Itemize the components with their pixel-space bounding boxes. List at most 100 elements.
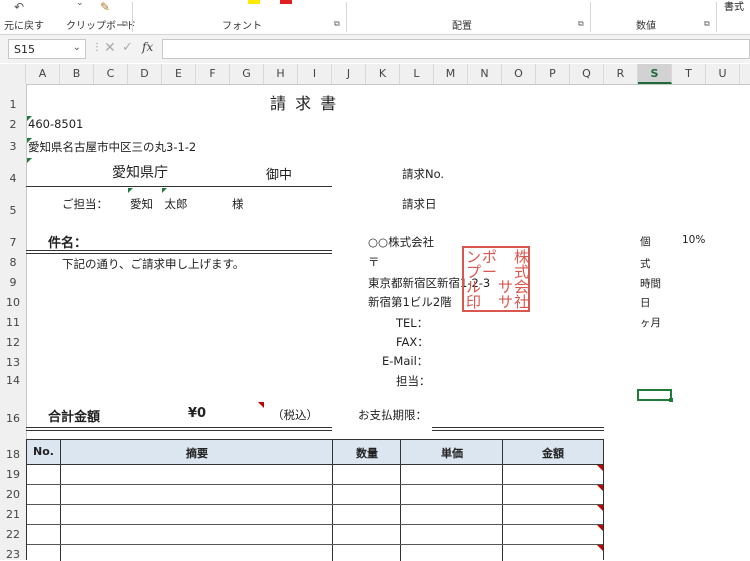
company-seal: ン ポ 株 プ ー 式 ル サ 会 印 サ 社 <box>462 246 530 312</box>
paste-dropdown-icon[interactable]: ⌄ <box>76 0 84 8</box>
column-header[interactable]: C <box>94 64 128 84</box>
subject-double-line <box>26 250 332 251</box>
honorific-label: 様 <box>232 197 244 211</box>
row-header[interactable]: 16 <box>0 412 26 425</box>
row-header[interactable]: 22 <box>0 528 26 541</box>
table-column-divider <box>60 440 61 561</box>
column-header[interactable]: N <box>468 64 502 84</box>
unit-item: 式 <box>640 258 651 270</box>
more-options-icon[interactable]: ⋮ <box>92 42 102 53</box>
cancel-icon[interactable]: ✕ <box>104 40 116 56</box>
alignment-launcher-icon[interactable]: ⧉ <box>578 19 584 29</box>
select-all-corner[interactable] <box>0 64 26 84</box>
column-header[interactable]: H <box>264 64 298 84</box>
column-headers: A B C D E F G H I J K L M N O P Q R S T … <box>0 64 750 85</box>
format-painter-icon[interactable]: ✎ <box>100 0 110 14</box>
tax-rate[interactable]: 10% <box>682 234 705 246</box>
column-header[interactable]: L <box>400 64 434 84</box>
invoice-no-label: 請求No. <box>402 167 445 181</box>
column-header[interactable]: D <box>128 64 162 84</box>
unit-item: 日 <box>640 297 651 309</box>
style-label[interactable]: 書式 <box>724 0 744 13</box>
enter-icon[interactable]: ✓ <box>122 40 133 55</box>
number-launcher-icon[interactable]: ⧉ <box>704 19 710 29</box>
table-header-description[interactable]: 摘要 <box>61 445 333 461</box>
invoice-date-label: 請求日 <box>402 197 437 211</box>
table-row[interactable] <box>27 544 603 545</box>
row-header[interactable]: 18 <box>0 448 26 461</box>
tel-label: TEL： <box>396 316 429 330</box>
table-column-divider <box>332 440 333 561</box>
clipboard-launcher-icon[interactable]: ⧉ <box>122 19 128 29</box>
insert-function-icon[interactable]: fx <box>142 40 153 54</box>
row-header[interactable]: 9 <box>0 276 26 289</box>
postal-code[interactable]: 460-8501 <box>28 117 83 131</box>
column-header[interactable]: I <box>298 64 332 84</box>
column-header[interactable]: K <box>366 64 400 84</box>
column-header[interactable]: T <box>672 64 706 84</box>
seal-char: ー <box>482 263 498 281</box>
undo-icon[interactable]: ↶ <box>14 0 24 14</box>
total-double-line <box>26 430 332 431</box>
row-header[interactable]: 11 <box>0 316 26 329</box>
client-address[interactable]: 愛知県名古屋市中区三の丸3-1-2 <box>28 139 196 155</box>
row-header[interactable]: 5 <box>0 204 26 217</box>
table-row[interactable] <box>27 484 603 485</box>
column-header[interactable]: M <box>434 64 468 84</box>
cell-comment-marker <box>128 188 133 193</box>
contact-name[interactable]: 愛知 太郎 <box>130 196 188 212</box>
row-header[interactable]: 20 <box>0 488 26 501</box>
column-header[interactable]: U <box>706 64 740 84</box>
fill-handle[interactable] <box>669 398 673 402</box>
row-header[interactable]: 13 <box>0 356 26 369</box>
column-header[interactable]: F <box>196 64 230 84</box>
column-header[interactable]: Q <box>570 64 604 84</box>
column-header[interactable]: G <box>230 64 264 84</box>
invoice-message: 下記の通り、ご請求申し上げます。 <box>62 257 245 271</box>
table-header-quantity[interactable]: 数量 <box>333 445 401 461</box>
font-launcher-icon[interactable]: ⧉ <box>334 19 340 29</box>
row-header[interactable]: 1 <box>0 98 26 111</box>
subject-label[interactable]: 件名： <box>48 232 87 251</box>
total-value[interactable]: ¥0 <box>188 406 206 421</box>
table-header-unit-price[interactable]: 単価 <box>401 445 503 461</box>
column-header[interactable]: E <box>162 64 196 84</box>
chevron-down-icon[interactable]: ⌄ <box>73 42 81 53</box>
row-header[interactable]: 19 <box>0 468 26 481</box>
name-box[interactable]: S15 ⌄ <box>8 39 86 59</box>
row-header[interactable]: 3 <box>0 140 26 153</box>
table-row[interactable] <box>27 504 603 505</box>
row-header[interactable]: 12 <box>0 336 26 349</box>
contact-label: ご担当： <box>62 197 108 211</box>
client-name[interactable]: 愛知県庁 <box>112 162 168 182</box>
column-header-selected[interactable]: S <box>638 64 672 84</box>
table-column-divider <box>502 440 503 561</box>
ribbon-separator <box>716 2 717 32</box>
email-label: E-Mail： <box>382 354 429 368</box>
column-header[interactable]: B <box>60 64 94 84</box>
column-header[interactable]: R <box>604 64 638 84</box>
unit-item: ヶ月 <box>640 317 661 329</box>
company-postal-mark: 〒 <box>368 255 380 269</box>
table-header-amount[interactable]: 金額 <box>503 445 603 461</box>
highlight-color-icon[interactable] <box>248 0 260 4</box>
row-header[interactable]: 10 <box>0 296 26 309</box>
invoice-title[interactable]: 請 求 書 <box>270 90 338 114</box>
row-header[interactable]: 7 <box>0 236 26 249</box>
column-header[interactable]: J <box>332 64 366 84</box>
row-header[interactable]: 2 <box>0 118 26 131</box>
formula-input[interactable] <box>162 39 750 59</box>
undo-label[interactable]: 元に戻す <box>4 17 44 32</box>
column-header[interactable]: A <box>26 64 60 84</box>
row-header[interactable]: 4 <box>0 172 26 185</box>
column-header[interactable]: P <box>536 64 570 84</box>
column-header[interactable]: O <box>502 64 536 84</box>
table-header-no[interactable]: No. <box>27 445 60 458</box>
row-header[interactable]: 23 <box>0 548 26 561</box>
font-color-icon[interactable] <box>280 0 292 4</box>
table-row[interactable] <box>27 524 603 525</box>
row-header[interactable]: 14 <box>0 374 26 387</box>
row-header[interactable]: 8 <box>0 256 26 269</box>
active-cell-s15[interactable] <box>637 389 672 401</box>
row-header[interactable]: 21 <box>0 508 26 521</box>
